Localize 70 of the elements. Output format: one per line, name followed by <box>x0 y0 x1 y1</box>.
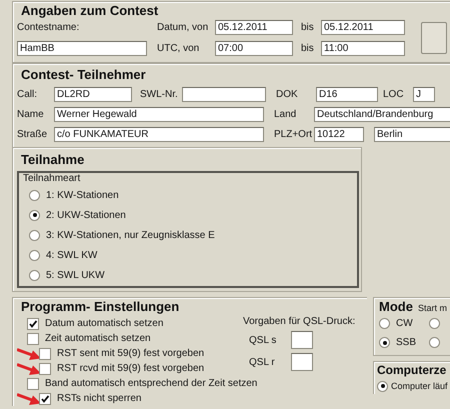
field-label: bis <box>300 21 315 35</box>
input-field[interactable]: Deutschland/Brandenburg <box>314 107 450 122</box>
radio-button[interactable] <box>29 190 40 200</box>
section-label: Vorgaben für QSL-Druck: <box>243 316 356 327</box>
field-label: Start m <box>418 303 447 314</box>
radio-button[interactable] <box>29 230 40 240</box>
option-label: RST sent mit 59(9) fest vorgeben <box>57 348 204 359</box>
section-title: Programm- Einstellungen <box>20 299 180 314</box>
option-label: 1: KW-Stationen <box>46 190 119 200</box>
option-label: Zeit automatisch setzen <box>45 333 151 344</box>
input-field[interactable]: c/o FUNKAMATEUR <box>54 127 264 142</box>
field-label: QSL s <box>249 334 278 346</box>
field-label: Datum, von <box>157 21 210 35</box>
option-label: Computer läuf <box>391 381 448 391</box>
option-label: SSB <box>396 337 416 348</box>
field-label: Call: <box>17 88 38 102</box>
section-title: Mode <box>379 299 413 314</box>
radio-button[interactable] <box>429 318 440 329</box>
section-title: Teilnahme <box>20 152 86 167</box>
field-label: DOK <box>276 88 299 102</box>
field-label: SWL-Nr. <box>140 88 179 102</box>
input-field[interactable]: Berlin <box>374 127 450 142</box>
option-label: 2: UKW-Stationen <box>46 210 126 220</box>
input-field[interactable]: 07:00 <box>215 41 293 56</box>
field-label: Contestname: <box>17 21 80 35</box>
radio-button[interactable] <box>29 270 40 280</box>
field-label: PLZ+Ort <box>274 128 314 142</box>
input-field[interactable]: D16 <box>316 87 378 102</box>
field-label: Straße <box>17 128 48 142</box>
radio-button[interactable] <box>379 318 390 329</box>
field-label: QSL r <box>249 356 276 368</box>
checkbox[interactable] <box>27 378 39 390</box>
option-label: 4: SWL KW <box>46 250 98 260</box>
input-field[interactable] <box>291 353 313 371</box>
input-field[interactable]: Werner Hegewald <box>54 107 264 122</box>
option-label: CW <box>396 318 413 329</box>
field-label: Land <box>274 108 298 122</box>
checkbox[interactable] <box>39 392 51 404</box>
field-label: LOC <box>383 88 405 102</box>
input-field[interactable]: 05.12.2011 <box>321 20 405 35</box>
input-field[interactable]: DL2RD <box>54 87 132 102</box>
button[interactable] <box>421 22 447 54</box>
checkbox[interactable] <box>39 362 51 374</box>
radio-button[interactable] <box>29 250 40 260</box>
input-field[interactable] <box>291 331 313 349</box>
checkbox[interactable] <box>27 318 39 330</box>
input-field[interactable]: HamBB <box>17 41 147 56</box>
section-title: Contest- Teilnehmer <box>20 67 147 82</box>
radio-button[interactable] <box>377 380 388 392</box>
input-field[interactable]: 05.12.2011 <box>215 20 293 35</box>
option-label: 3: KW-Stationen, nur Zeugnisklasse E <box>46 230 215 240</box>
option-label: Band automatisch entsprechend der Zeit setzen <box>45 378 258 389</box>
option-label: RST rcvd mit 59(9) fest vorgeben <box>57 363 204 374</box>
radio-button[interactable] <box>29 210 40 220</box>
input-field[interactable]: J <box>413 87 435 102</box>
field-label: UTC, von <box>157 42 200 56</box>
field-label: bis <box>300 42 315 56</box>
input-field[interactable] <box>182 87 266 102</box>
input-field[interactable]: 10122 <box>314 127 364 142</box>
checkbox[interactable] <box>39 348 51 360</box>
option-label: RSTs nicht sperren <box>57 393 142 404</box>
option-label: Datum automatisch setzen <box>45 318 164 329</box>
section-title: Computerze <box>377 363 448 378</box>
option-label: 5: SWL UKW <box>46 270 105 280</box>
section-title: Angaben zum Contest <box>20 3 160 18</box>
radio-button[interactable] <box>379 337 390 348</box>
field-label: Name <box>17 108 45 122</box>
radio-button[interactable] <box>429 337 440 348</box>
checkbox[interactable] <box>27 332 39 344</box>
input-field[interactable]: 11:00 <box>321 41 405 56</box>
